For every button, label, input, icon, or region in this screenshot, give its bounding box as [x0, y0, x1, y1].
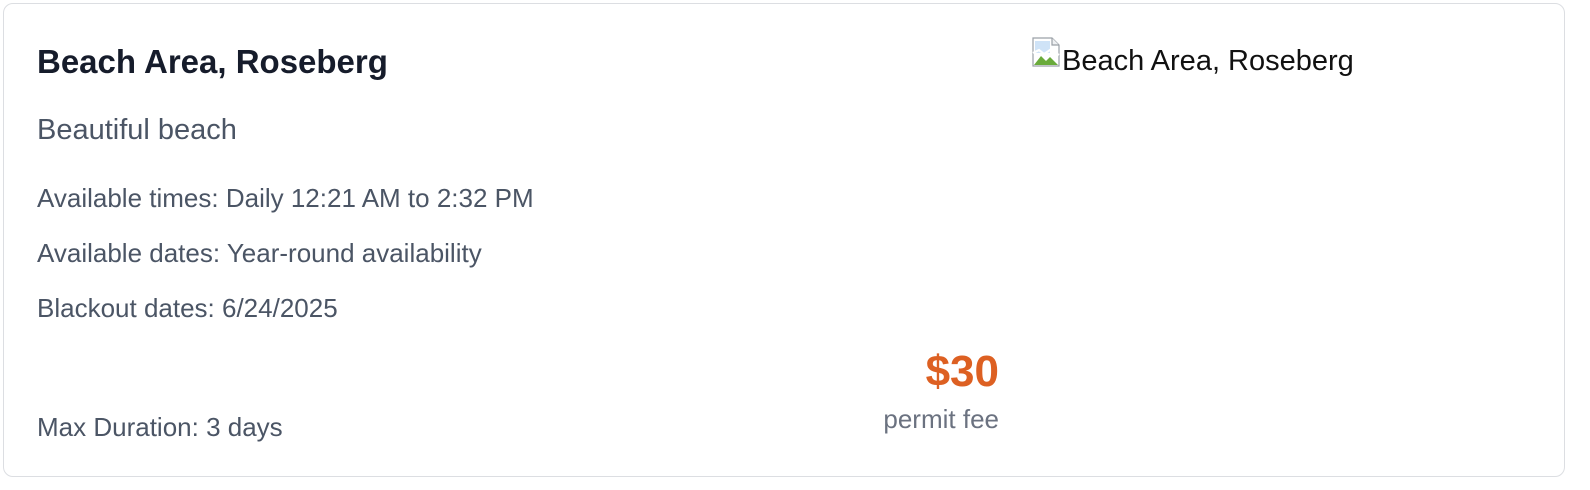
- listing-card[interactable]: Beach Area, Roseberg Beautiful beach Ava…: [3, 3, 1565, 477]
- listing-title: Beach Area, Roseberg: [37, 43, 388, 80]
- price-amount: $30: [925, 347, 999, 396]
- price-block: $30 permit fee: [883, 347, 999, 435]
- available-dates: Available dates: Year-round availability: [37, 238, 482, 268]
- broken-image-icon: [1030, 36, 1062, 68]
- listing-description: Beautiful beach: [37, 114, 237, 146]
- blackout-dates: Blackout dates: 6/24/2025: [37, 293, 338, 323]
- price-label: permit fee: [883, 404, 999, 435]
- image-alt-text: Beach Area, Roseberg: [1062, 45, 1354, 77]
- available-times: Available times: Daily 12:21 AM to 2:32 …: [37, 183, 534, 213]
- listing-image: Beach Area, Roseberg: [1030, 36, 1354, 78]
- max-duration: Max Duration: 3 days: [37, 412, 283, 442]
